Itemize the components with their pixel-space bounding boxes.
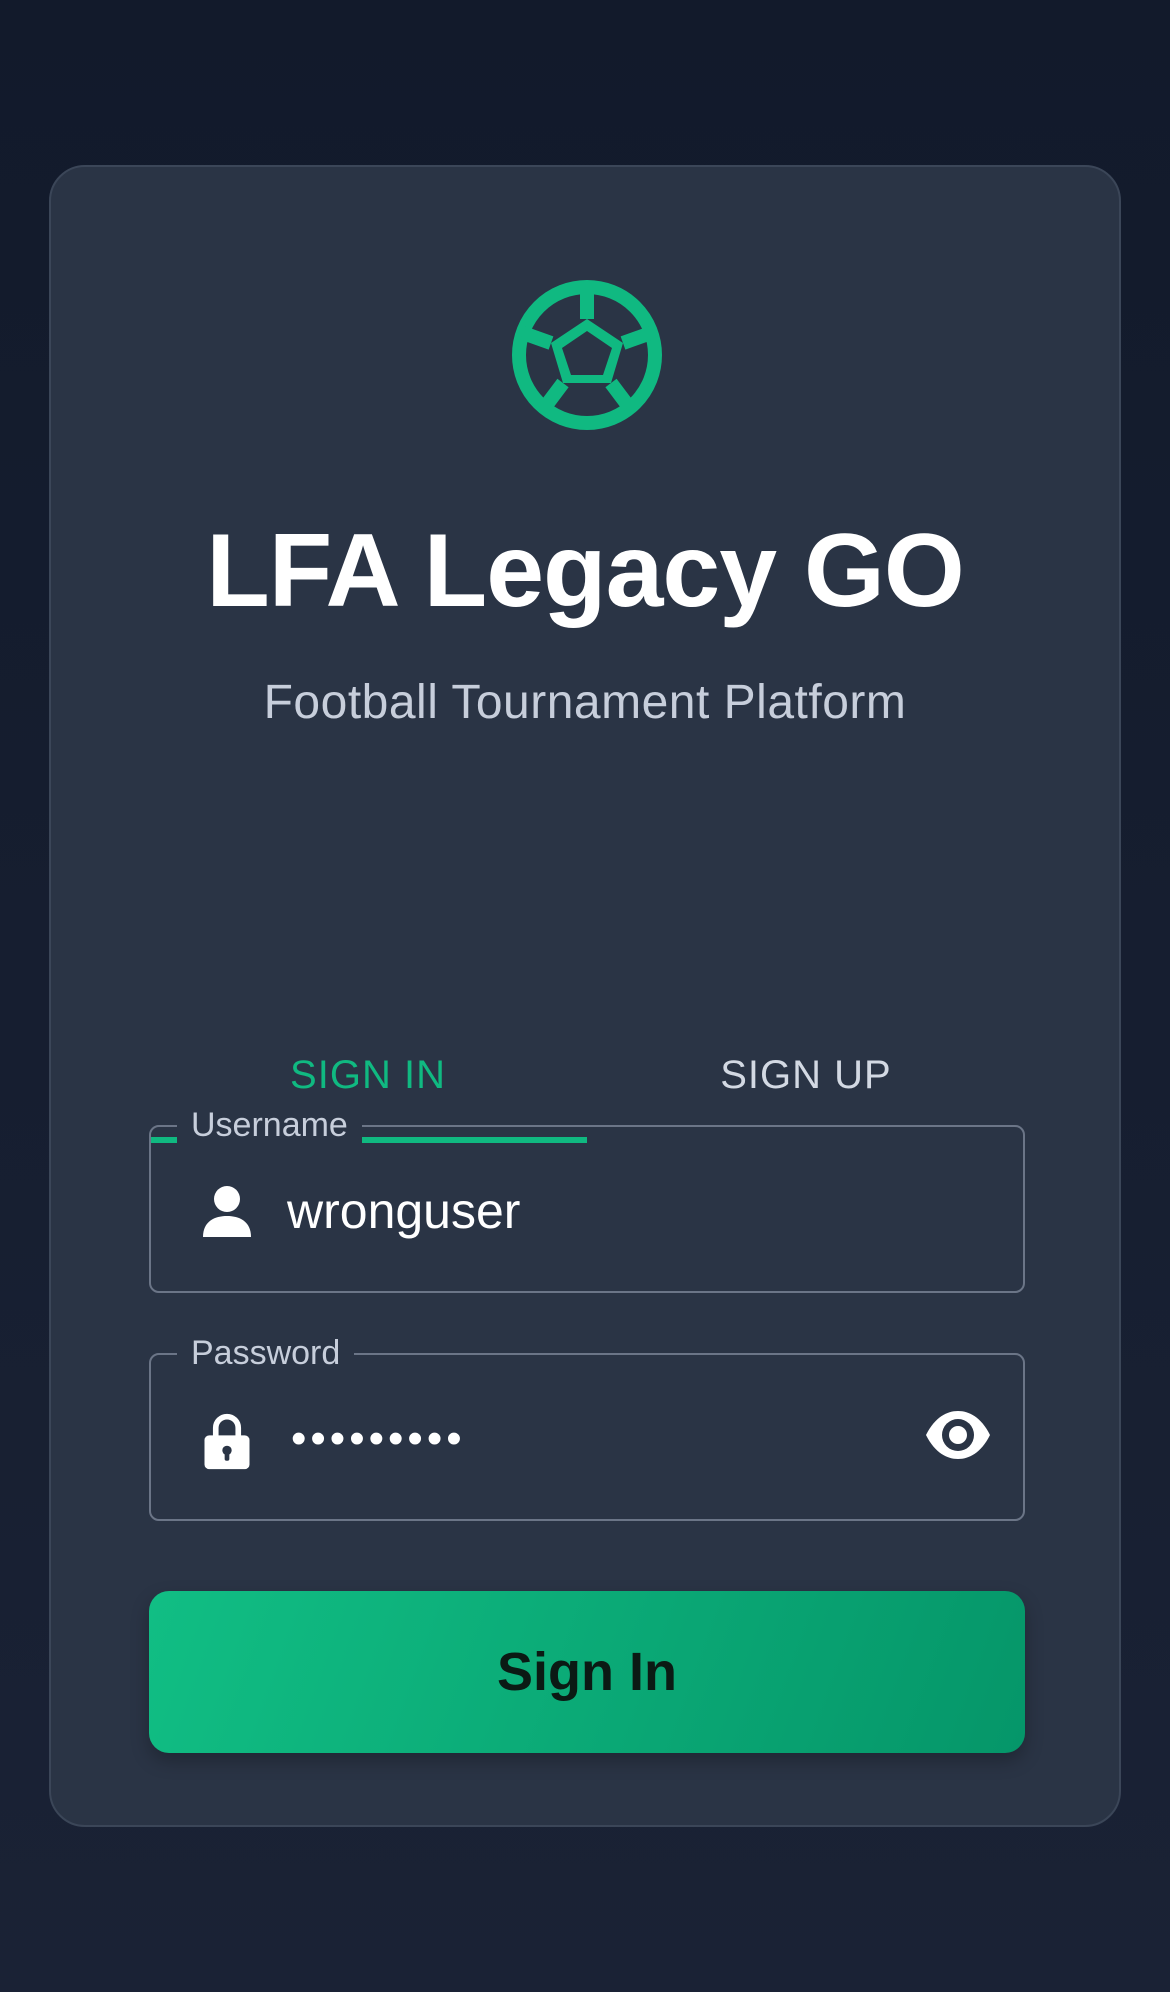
login-card: LFA Legacy GO Football Tournament Platfo… xyxy=(49,165,1121,1827)
password-label: Password xyxy=(177,1331,355,1375)
password-field[interactable]: Password ••••••••• xyxy=(149,1331,1025,1521)
username-field[interactable]: Username wronguser xyxy=(149,1103,1025,1293)
soccer-ball-icon xyxy=(512,280,662,430)
tab-label: SIGN IN xyxy=(290,1053,446,1097)
username-input[interactable]: wronguser xyxy=(287,1181,520,1241)
eye-icon[interactable] xyxy=(923,1407,993,1463)
tab-label: SIGN UP xyxy=(720,1053,892,1097)
sign-in-button[interactable]: Sign In xyxy=(149,1591,1025,1753)
username-label: Username xyxy=(177,1103,362,1147)
app-subtitle: Football Tournament Platform xyxy=(263,676,907,729)
person-icon xyxy=(203,1186,251,1237)
app-title: LFA Legacy GO xyxy=(206,513,965,629)
lock-icon xyxy=(204,1413,250,1470)
password-input[interactable]: ••••••••• xyxy=(291,1409,466,1469)
